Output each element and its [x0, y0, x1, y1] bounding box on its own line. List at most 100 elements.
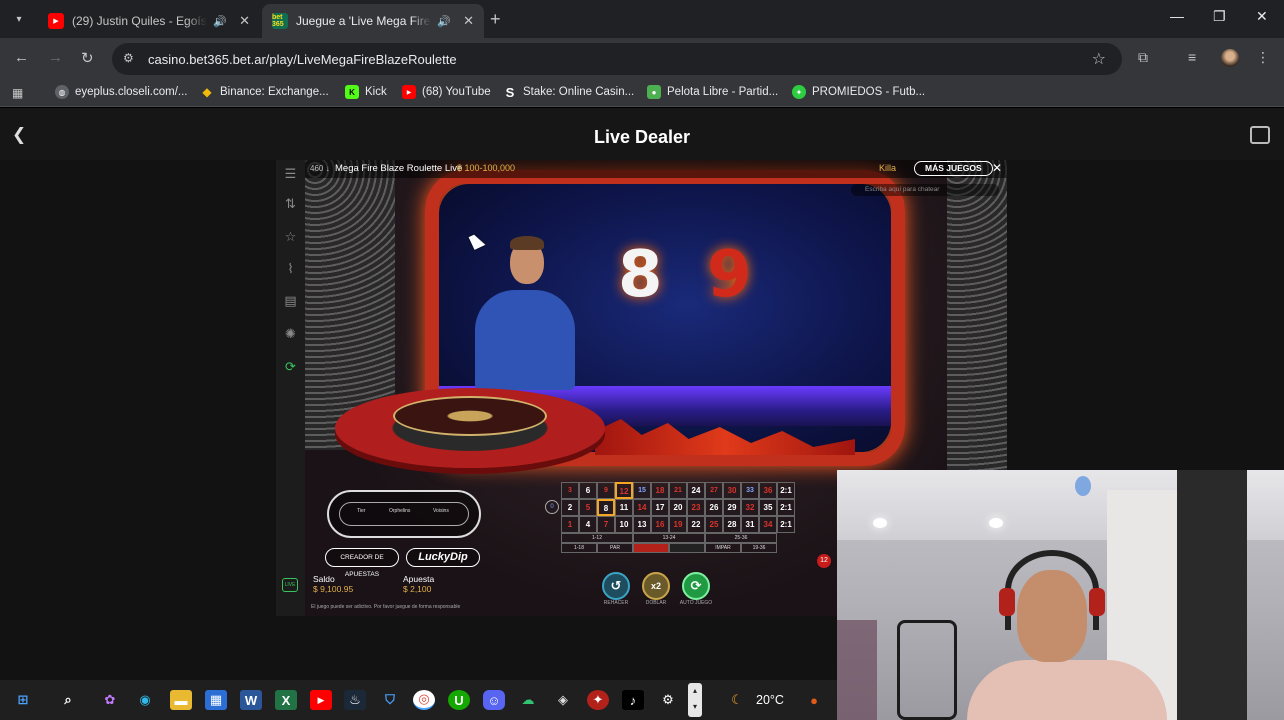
number-cell[interactable]: 22 — [687, 516, 705, 533]
minimize-icon[interactable]: — — [1170, 8, 1184, 24]
number-cell[interactable]: 19 — [669, 516, 687, 533]
number-cell[interactable]: 17 — [651, 499, 669, 516]
number-cell[interactable]: 8 — [597, 499, 615, 516]
address-bar[interactable]: ⚙ casino.bet365.bet.ar/play/LiveMegaFire… — [112, 43, 1122, 75]
number-cell[interactable]: 30 — [723, 482, 741, 499]
number-cell[interactable]: 14 — [633, 499, 651, 516]
number-cell[interactable]: 16 — [651, 516, 669, 533]
close-game-icon[interactable]: ✕ — [992, 161, 1002, 175]
davinci-icon[interactable]: ✦ — [587, 690, 609, 710]
dozen-bet-cell[interactable]: 13-24 — [633, 533, 705, 543]
apps-grid-icon[interactable]: ▦ — [12, 86, 23, 100]
racetrack[interactable]: Tier Orphelins Voisins — [327, 490, 481, 538]
menu-icon[interactable]: ☰ — [283, 166, 298, 181]
number-cell[interactable]: 1 — [561, 516, 579, 533]
bookmark-promiedos[interactable]: ✦ PROMIEDOS - Futb... — [792, 85, 925, 99]
betting-grid[interactable]: 3 6 9 12 15 18 21 24 27 30 33 36 2:1 2 5 8 11 14 17 20 23 26 2… — [561, 482, 795, 553]
taskbar-scroll-arrows[interactable]: ▴ ▾ — [688, 683, 702, 717]
new-tab-icon[interactable]: + — [490, 9, 501, 30]
cloud-upload-icon[interactable]: ☁ — [517, 690, 539, 710]
chrome-icon[interactable]: ◎ — [413, 690, 435, 710]
tab-bet365[interactable]: bet 365 Juegue a 'Live Mega Fire Bl 🔊 ✕ — [262, 4, 484, 38]
number-cell[interactable]: 10 — [615, 516, 633, 533]
number-cell[interactable]: 34 — [759, 516, 777, 533]
column-bet-cell[interactable]: 2:1 — [777, 516, 795, 533]
steam-icon[interactable]: ♨ — [344, 690, 366, 710]
close-window-icon[interactable]: ✕ — [1256, 8, 1268, 25]
bet-creator-button[interactable]: CREADOR DE APUESTAS — [325, 548, 399, 578]
close-tab-icon[interactable]: ✕ — [463, 13, 474, 29]
speaker-icon[interactable]: 🔊 — [437, 15, 451, 28]
restore-icon[interactable]: ❐ — [1213, 8, 1226, 25]
expand-icon[interactable] — [1250, 126, 1270, 144]
outside-bet-cell[interactable] — [669, 543, 705, 553]
bookmark-stake[interactable]: S Stake: Online Casin... — [503, 85, 635, 100]
dozen-bet-cell[interactable]: 25-36 — [705, 533, 777, 543]
outside-bet-cell[interactable]: 1-18 — [561, 543, 597, 553]
number-cell[interactable]: 13 — [633, 516, 651, 533]
copilot-icon[interactable]: ✿ — [99, 690, 121, 710]
number-cell[interactable]: 12 — [615, 482, 633, 499]
bookmark-star-icon[interactable]: ☆ — [1092, 49, 1106, 69]
close-tab-icon[interactable]: ✕ — [239, 13, 250, 29]
refresh-icon[interactable]: ⟳ — [283, 359, 298, 374]
forward-icon[interactable]: → — [48, 49, 63, 66]
sort-icon[interactable]: ⇅ — [283, 196, 298, 211]
chat-input[interactable]: Escriba aquí para chatear — [851, 184, 999, 196]
racetrack-voisins[interactable]: Voisins — [433, 508, 449, 514]
menu-icon[interactable]: ⋮ — [1256, 49, 1270, 66]
number-cell[interactable]: 15 — [633, 482, 651, 499]
undo-button[interactable]: ↺ — [602, 572, 630, 600]
vpn-shield-icon[interactable]: ⛉ — [379, 690, 401, 710]
bookmark-eyeplus[interactable]: ◍ eyeplus.closeli.com/... — [55, 85, 188, 99]
lucky-dip-button[interactable]: LuckyDip — [406, 548, 480, 567]
number-cell[interactable]: 28 — [723, 516, 741, 533]
store-icon[interactable]: ▦ — [205, 690, 227, 710]
profile-avatar[interactable] — [1221, 49, 1239, 67]
dozen-bet-cell[interactable]: 1-12 — [561, 533, 633, 543]
number-cell[interactable]: 9 — [597, 482, 615, 499]
tab-youtube[interactable]: ▶ (29) Justin Quiles - Egoísta ( 🔊 ✕ — [38, 4, 260, 38]
number-cell[interactable]: 32 — [741, 499, 759, 516]
discord-icon[interactable]: ☺ — [483, 690, 505, 710]
outside-bet-cell[interactable]: PAR — [597, 543, 633, 553]
tab-search-icon[interactable]: ▾ — [8, 8, 30, 30]
star-icon[interactable]: ☆ — [283, 229, 298, 244]
tiktok-icon[interactable]: ♪ — [622, 690, 644, 710]
upwork-icon[interactable]: U — [448, 690, 470, 710]
back-icon[interactable]: ← — [14, 49, 29, 66]
number-cell[interactable]: 27 — [705, 482, 723, 499]
number-cell[interactable]: 36 — [759, 482, 777, 499]
number-cell[interactable]: 2 — [561, 499, 579, 516]
bookmark-binance[interactable]: ◆ Binance: Exchange... — [200, 85, 328, 99]
settings-icon[interactable]: ⚙ — [657, 690, 679, 710]
speaker-icon[interactable]: 🔊 — [213, 15, 227, 28]
chart-icon[interactable]: ⌇ — [283, 261, 298, 276]
start-icon[interactable]: ⊞ — [12, 690, 34, 710]
obs-icon[interactable]: ◈ — [552, 690, 574, 710]
number-cell[interactable]: 31 — [741, 516, 759, 533]
site-info-icon[interactable]: ⚙ — [123, 51, 134, 65]
number-cell[interactable]: 3 — [561, 482, 579, 499]
outside-bet-cell[interactable] — [633, 543, 669, 553]
number-cell[interactable]: 6 — [579, 482, 597, 499]
media-control-icon[interactable]: ≡ — [1188, 49, 1196, 65]
number-cell[interactable]: 33 — [741, 482, 759, 499]
youtube-icon[interactable]: ▶ — [310, 690, 332, 710]
double-button[interactable]: x2 — [642, 572, 670, 600]
bookmark-youtube[interactable]: ▶ (68) YouTube — [402, 85, 491, 99]
number-cell[interactable]: 5 — [579, 499, 597, 516]
excel-icon[interactable]: X — [275, 690, 297, 710]
number-cell[interactable]: 23 — [687, 499, 705, 516]
extensions-icon[interactable]: ⧉ — [1138, 49, 1148, 66]
word-icon[interactable]: W — [240, 690, 262, 710]
reload-icon[interactable]: ↻ — [81, 49, 94, 67]
number-cell[interactable]: 25 — [705, 516, 723, 533]
bookmark-kick[interactable]: K Kick — [345, 85, 387, 99]
number-cell[interactable]: 26 — [705, 499, 723, 516]
bookmark-pelota-libre[interactable]: ● Pelota Libre - Partid... — [647, 85, 778, 99]
url-text[interactable]: casino.bet365.bet.ar/play/LiveMegaFireBl… — [148, 52, 457, 67]
number-cell[interactable]: 24 — [687, 482, 705, 499]
number-cell[interactable]: 11 — [615, 499, 633, 516]
outside-bet-cell[interactable]: IMPAR — [705, 543, 741, 553]
